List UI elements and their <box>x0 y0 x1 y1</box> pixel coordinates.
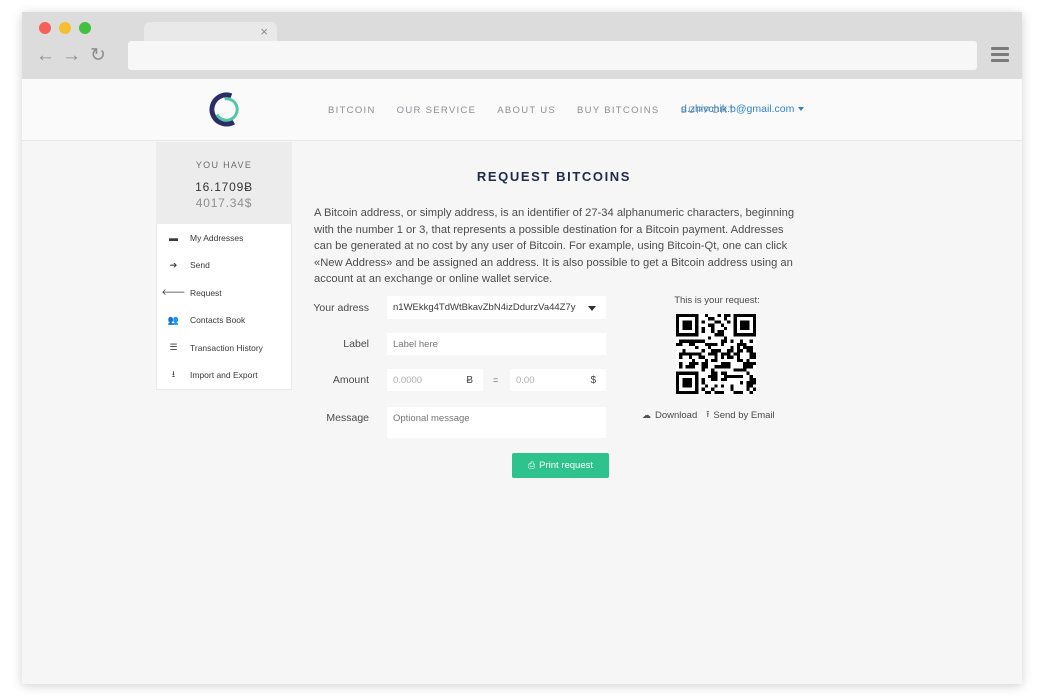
sidebar-item-label: My Addresses <box>190 232 244 243</box>
sidebar-item-import-export[interactable]: ⭳ Import and Export <box>157 362 291 390</box>
description-text: A Bitcoin address, or simply address, is… <box>314 207 795 285</box>
send-by-email-label: Send by Email <box>713 409 775 421</box>
upload-icon: ⭱ <box>706 409 710 419</box>
btc-balance: 16.1709Ƀ <box>195 180 253 194</box>
send-by-email-button[interactable]: ⭱ Send by Email <box>706 407 774 423</box>
sidebar-item-label: Transaction History <box>190 342 263 353</box>
usd-balance: 4017.34$ <box>195 196 253 210</box>
print-request-button[interactable]: ⎙ Print request <box>512 453 609 478</box>
user-email: d.zhivchik.b@gmail.com <box>681 103 795 115</box>
address-bar[interactable] <box>128 41 977 70</box>
label-input[interactable] <box>387 333 606 355</box>
nav-our-service[interactable]: OUR SERVICE <box>397 105 477 116</box>
cloud-download-icon: ☁ <box>642 409 651 420</box>
download-label: Download <box>655 409 698 421</box>
nav-about-us[interactable]: ABOUT US <box>497 105 556 116</box>
balance-panel: YOU HAVE 16.1709Ƀ 4017.34$ <box>156 142 292 224</box>
arrow-left-icon: 🡐 <box>161 287 186 298</box>
user-menu[interactable]: d.zhivchik.b@gmail.com <box>681 103 805 115</box>
sidebar-item-send[interactable]: ➔ Send <box>157 252 291 280</box>
amount-btc-input[interactable]: 0.0000 Ƀ <box>387 369 483 391</box>
sidebar-item-label: Import and Export <box>190 370 258 381</box>
sidebar-item-label: Send <box>190 260 210 271</box>
address-select[interactable]: n1WEkkg4TdWtBkavZbN4izDdurzVa44Z7y <box>387 296 606 319</box>
dollar-icon: $ <box>590 374 596 386</box>
balance-label: YOU HAVE <box>195 160 253 170</box>
users-icon: 👥 <box>167 314 180 325</box>
forward-arrow-icon[interactable]: → <box>62 46 81 66</box>
address-value: n1WEkkg4TdWtBkavZbN4izDdurzVa44Z7y <box>393 302 576 313</box>
amount-usd-placeholder: 0.00 <box>516 374 535 386</box>
nav-buy-bitcoins[interactable]: BUY BITCOINS <box>577 105 659 116</box>
amount-label: Amount <box>332 374 369 386</box>
page-title: REQUEST BITCOINS <box>476 169 632 184</box>
qr-actions: ☁ Download ⭱ Send by Email <box>642 407 784 423</box>
site-logo[interactable] <box>209 92 244 127</box>
sidebar-item-label: Request <box>190 287 222 298</box>
browser-chrome: × ← → ↻ <box>22 12 1022 79</box>
message-input[interactable] <box>387 407 606 438</box>
bitcoin-icon: Ƀ <box>466 374 473 386</box>
list-icon: ☰ <box>169 342 178 353</box>
nav-bitcoin[interactable]: BITCOIN <box>328 105 376 116</box>
label-label: Label <box>343 338 369 350</box>
browser-menu-icon[interactable] <box>991 47 1009 63</box>
sidebar-item-my-addresses[interactable]: ▬ My Addresses <box>157 224 291 252</box>
close-window-dot[interactable] <box>39 22 51 34</box>
equals-sign: = <box>493 375 499 385</box>
message-label: Message <box>326 412 369 424</box>
maximize-window-dot[interactable] <box>79 22 91 34</box>
sidebar-item-request[interactable]: 🡐 Request <box>157 279 291 307</box>
download-icon: ⭳ <box>171 369 176 380</box>
tab-close-icon[interactable]: × <box>260 23 268 41</box>
sidebar-item-transaction-history[interactable]: ☰ Transaction History <box>157 334 291 362</box>
sidebar-item-label: Contacts Book <box>190 315 246 326</box>
reload-icon[interactable]: ↻ <box>90 46 106 66</box>
browser-window: × ← → ↻ BITCOIN OUR SERVICE ABOUT US BUY… <box>22 12 1022 684</box>
chevron-down-icon <box>588 306 596 311</box>
briefcase-icon: ▬ <box>169 232 178 243</box>
qr-caption: This is your request: <box>674 295 760 306</box>
chevron-down-icon <box>798 107 805 112</box>
back-arrow-icon[interactable]: ← <box>36 46 55 66</box>
arrow-right-icon: ➔ <box>169 259 178 270</box>
browser-tab[interactable]: × <box>144 22 277 42</box>
print-request-label: Print request <box>539 460 594 471</box>
address-label: Your adress <box>313 302 369 314</box>
amount-usd-input[interactable]: 0.00 $ <box>510 369 606 391</box>
printer-icon: ⎙ <box>527 460 536 470</box>
minimize-window-dot[interactable] <box>59 22 71 34</box>
qr-code <box>676 314 756 394</box>
amount-btc-placeholder: 0.0000 <box>393 374 423 386</box>
download-button[interactable]: ☁ Download <box>642 407 697 423</box>
site-header: BITCOIN OUR SERVICE ABOUT US BUY BITCOIN… <box>22 79 1022 141</box>
sidebar-menu: ▬ My Addresses ➔ Send 🡐 Request 👥 Contac… <box>156 224 292 390</box>
sidebar-item-contacts-book[interactable]: 👥 Contacts Book <box>157 307 291 335</box>
